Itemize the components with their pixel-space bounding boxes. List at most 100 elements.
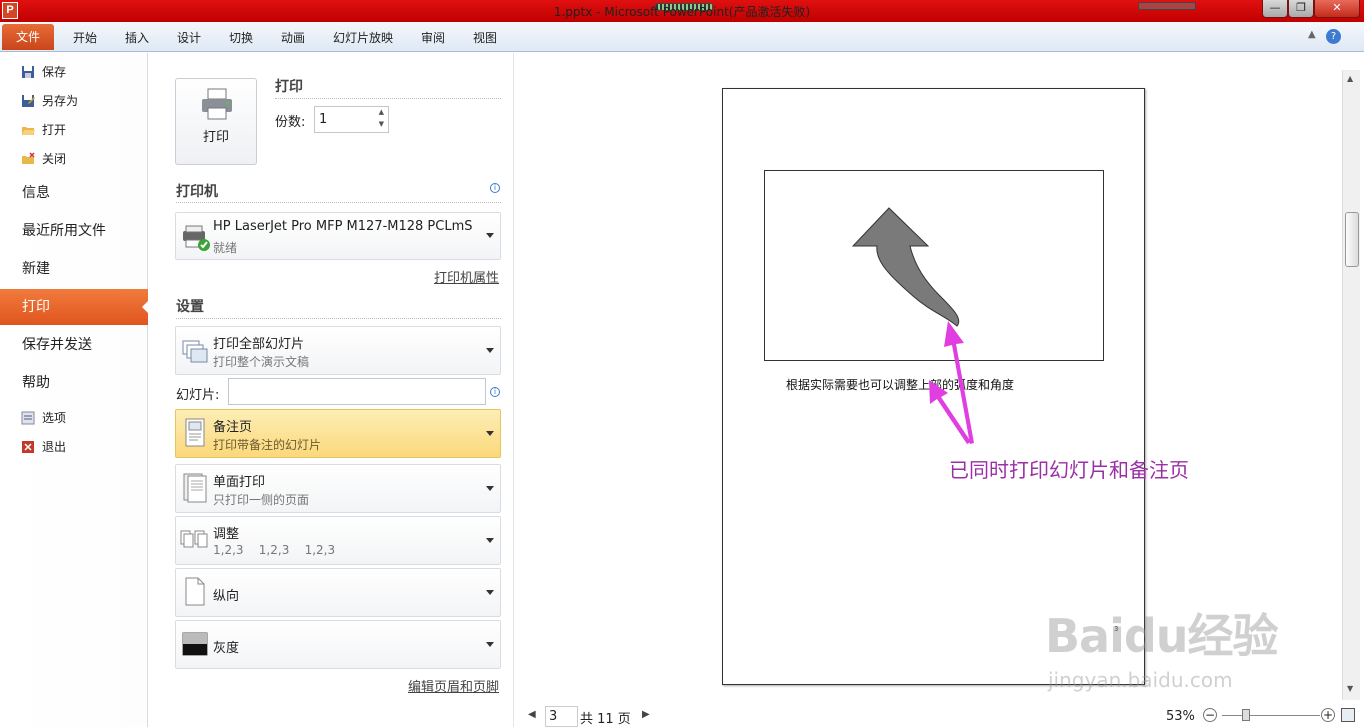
chevron-down-icon (486, 641, 494, 651)
save-icon (21, 65, 35, 79)
nav-exit-label: 退出 (42, 440, 67, 454)
copies-value[interactable]: 1 (319, 112, 327, 127)
printer-heading: 打印机 (176, 184, 218, 200)
printer-select[interactable]: HP LaserJet Pro MFP M127-M128 PCLmS 就绪 (175, 212, 501, 260)
zoom-out-button[interactable]: − (1203, 708, 1217, 722)
tab-transitions[interactable]: 切换 (229, 29, 253, 46)
zoom-slider[interactable] (1222, 715, 1320, 716)
printer-status: 就绪 (213, 241, 238, 255)
scroll-down-icon[interactable]: ▼ (1347, 684, 1353, 693)
print-button-label: 打印 (202, 130, 229, 145)
orientation-label: 纵向 (213, 589, 240, 604)
chevron-down-icon (486, 347, 494, 357)
tab-slideshow[interactable]: 幻灯片放映 (333, 29, 393, 46)
nav-print[interactable]: 打印 (0, 289, 149, 325)
chevron-down-icon (486, 430, 494, 440)
zoom-slider-thumb[interactable] (1242, 709, 1250, 721)
chevron-down-icon (486, 233, 494, 242)
next-page-icon[interactable]: ▶ (642, 709, 650, 720)
scroll-thumb[interactable] (1345, 212, 1359, 267)
orientation-select[interactable]: 纵向 (175, 568, 501, 617)
fit-to-window-icon[interactable] (1341, 708, 1355, 722)
slides-label: 幻灯片: (176, 388, 220, 403)
total-pages: 共 11 页 (580, 712, 631, 727)
tab-review[interactable]: 审阅 (421, 29, 445, 46)
title-bar: P 1.pptx - Microsoft PowerPoint(产品激活失败) … (0, 0, 1364, 22)
printer-icon (202, 88, 232, 120)
zoom-in-button[interactable]: + (1321, 708, 1335, 722)
minimize-ribbon-icon[interactable]: ▲ (1308, 29, 1316, 40)
nav-close[interactable]: 关闭 (0, 147, 148, 171)
print-layout-select[interactable]: 备注页 打印带备注的幻灯片 (175, 409, 501, 458)
printer-properties-link[interactable]: 打印机属性 (434, 267, 499, 286)
tab-file[interactable]: 文件 (2, 24, 54, 50)
nav-save-send[interactable]: 保存并发送 (0, 327, 148, 363)
tab-view[interactable]: 视图 (473, 29, 497, 46)
nav-save-label: 保存 (42, 65, 67, 79)
printer-status-icon (183, 225, 210, 251)
print-range-select[interactable]: 打印全部幻灯片 打印整个演示文稿 (175, 326, 501, 375)
chevron-down-icon (486, 485, 494, 495)
print-preview: 根据实际需要也可以调整上部的弧度和角度 3 已同时打印幻灯片和备注页 (515, 53, 1342, 727)
spin-down-icon[interactable]: ▼ (379, 120, 384, 128)
nav-options[interactable]: 选项 (0, 406, 148, 430)
grayscale-icon (182, 632, 208, 656)
nav-new[interactable]: 新建 (0, 251, 148, 287)
nav-save[interactable]: 保存 (0, 60, 148, 84)
nav-open[interactable]: 打开 (0, 118, 148, 142)
print-sides-select[interactable]: 单面打印 只打印一侧的页面 (175, 464, 501, 513)
print-sides-sub: 只打印一侧的页面 (213, 493, 310, 507)
vertical-scrollbar[interactable]: ▲ ▼ (1342, 70, 1360, 700)
minimize-button[interactable]: — (1262, 0, 1288, 18)
options-icon (21, 411, 35, 425)
help-icon[interactable]: ? (1326, 29, 1341, 44)
save-as-icon (21, 94, 35, 108)
exit-icon (21, 440, 35, 454)
copies-label: 份数: (275, 115, 306, 130)
settings-heading: 设置 (176, 299, 204, 315)
page-navigator: ◀ 3 共 11 页 ▶ (515, 700, 1215, 727)
divider (176, 202, 501, 203)
info-icon[interactable]: i (490, 183, 500, 193)
annotation-text: 已同时打印幻灯片和备注页 (949, 458, 1189, 482)
title-decoration (1138, 2, 1196, 10)
color-select[interactable]: 灰度 (175, 620, 501, 669)
tab-insert[interactable]: 插入 (125, 29, 149, 46)
tab-home[interactable]: 开始 (73, 29, 97, 46)
edit-header-footer-link[interactable]: 编辑页眉和页脚 (408, 676, 499, 695)
nav-exit[interactable]: 退出 (0, 435, 148, 459)
copies-spinner[interactable]: 1 ▲ ▼ (314, 106, 389, 133)
close-folder-icon (21, 152, 35, 166)
print-layout-title: 备注页 (213, 420, 253, 435)
nav-close-label: 关闭 (42, 152, 67, 166)
maximize-button[interactable]: ❐ (1288, 0, 1314, 18)
slides-input[interactable] (228, 378, 486, 405)
page-number-input[interactable]: 3 (545, 706, 578, 727)
spin-up-icon[interactable]: ▲ (379, 108, 384, 116)
nav-save-as[interactable]: 另存为 (0, 89, 148, 113)
single-sided-icon (183, 473, 207, 503)
chevron-down-icon (486, 589, 494, 599)
nav-info[interactable]: 信息 (0, 175, 148, 211)
print-range-title: 打印全部幻灯片 (213, 337, 305, 352)
zoom-level[interactable]: 53% (1166, 709, 1195, 724)
chevron-down-icon (486, 537, 494, 547)
tab-design[interactable]: 设计 (177, 29, 201, 46)
scroll-up-icon[interactable]: ▲ (1347, 74, 1353, 83)
open-folder-icon (21, 123, 35, 137)
print-settings-panel: 打印 打印 份数: 1 ▲ ▼ 打印机 i HP LaserJet Pro MF… (148, 53, 514, 727)
ribbon-tab-bar: 文件 开始 插入 设计 切换 动画 幻灯片放映 审阅 视图 ▲ ? (0, 22, 1364, 52)
prev-page-icon[interactable]: ◀ (528, 709, 536, 720)
collate-title: 调整 (213, 527, 240, 542)
info-icon[interactable]: i (490, 387, 500, 397)
nav-recent[interactable]: 最近所用文件 (0, 213, 148, 249)
divider (275, 98, 501, 99)
nav-help[interactable]: 帮助 (0, 365, 148, 401)
collate-select[interactable]: 调整 1,2,3 1,2,3 1,2,3 (175, 516, 501, 565)
print-button[interactable]: 打印 (175, 78, 257, 165)
close-button[interactable]: ✕ (1314, 0, 1360, 18)
tab-animations[interactable]: 动画 (281, 29, 305, 46)
divider (176, 318, 501, 319)
collate-sub: 1,2,3 1,2,3 1,2,3 (213, 543, 336, 557)
printer-name: HP LaserJet Pro MFP M127-M128 PCLmS (213, 219, 473, 234)
